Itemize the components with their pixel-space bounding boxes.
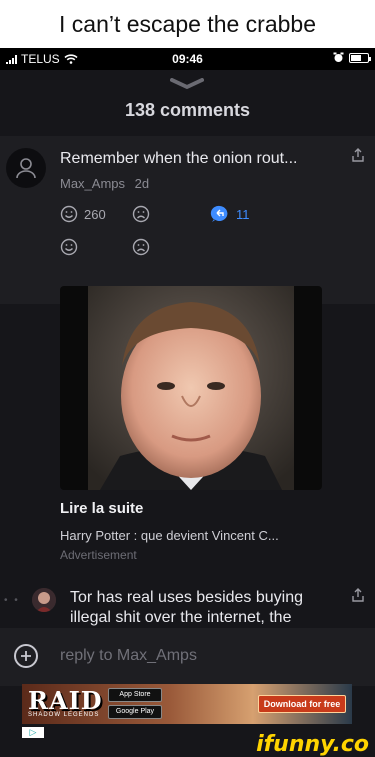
alarm-icon <box>333 52 344 62</box>
reply-input[interactable]: reply to Max_Amps <box>60 647 197 665</box>
replies-button[interactable]: 11 <box>210 204 250 224</box>
smile-icon[interactable] <box>60 238 78 256</box>
ad-description[interactable]: Harry Potter : que devient Vincent C... <box>60 528 279 543</box>
comments-sheet: 138 comments Remember when the onion rou… <box>0 70 375 757</box>
comments-count-title: 138 comments <box>124 100 251 120</box>
comment-item: Remember when the onion rout... Max_Amps… <box>0 136 375 304</box>
download-button[interactable]: Download for free <box>258 695 346 713</box>
smile-count: 260 <box>84 206 106 222</box>
add-attachment-button[interactable] <box>14 644 38 668</box>
ad-image[interactable] <box>60 286 322 490</box>
ad-title[interactable]: Lire la suite <box>60 500 143 517</box>
portrait-image <box>88 286 294 490</box>
avatar[interactable] <box>6 148 46 188</box>
smile-icon <box>60 205 78 223</box>
frown-icon[interactable] <box>132 238 150 256</box>
watermark: ifunny.co <box>256 732 369 757</box>
ad-label: Advertisement <box>60 548 137 562</box>
smile-button[interactable]: 260 <box>60 205 132 223</box>
comment-username[interactable]: Max_Amps <box>60 176 125 191</box>
app-store-badge[interactable]: App Store <box>108 688 162 702</box>
status-right <box>333 52 371 63</box>
reply-bar: reply to Max_Amps <box>0 628 375 686</box>
status-time: 09:46 <box>172 52 203 66</box>
comment-meta: Max_Amps 2d <box>60 176 149 191</box>
ad-banner[interactable]: RAID SHADOW LEGENDS App Store Google Pla… <box>22 684 352 724</box>
reply-bubble-icon <box>210 205 228 222</box>
frown-icon <box>132 205 150 223</box>
google-play-badge[interactable]: Google Play <box>108 705 162 719</box>
ad-banner-tagline: SHADOW LEGENDS <box>28 712 100 718</box>
adchoices-icon[interactable]: ▷ <box>22 727 44 738</box>
comment-time: 2d <box>134 176 150 191</box>
avatar[interactable] <box>32 588 56 612</box>
share-icon[interactable] <box>351 148 365 162</box>
battery-icon <box>349 52 371 63</box>
avatar-image <box>32 588 56 612</box>
comment-actions: 260 11 <box>60 204 250 224</box>
meme-caption: I can’t escape the crabbe <box>0 0 375 48</box>
unsmile-button[interactable] <box>132 205 210 223</box>
reply-count: 11 <box>236 206 250 222</box>
plus-icon <box>21 651 31 661</box>
ad-banner-brand: RAID <box>28 686 103 715</box>
ad-reaction-row <box>60 238 150 256</box>
chevron-down-icon[interactable] <box>170 78 204 90</box>
share-icon[interactable] <box>351 588 365 602</box>
comment-text[interactable]: Tor has real uses besides buying illegal… <box>70 588 340 628</box>
status-bar: TELUS 09:46 <box>0 48 375 70</box>
comment-text[interactable]: Remember when the onion rout... <box>60 150 297 168</box>
thread-dots: • • <box>4 595 20 606</box>
user-icon <box>16 158 36 179</box>
